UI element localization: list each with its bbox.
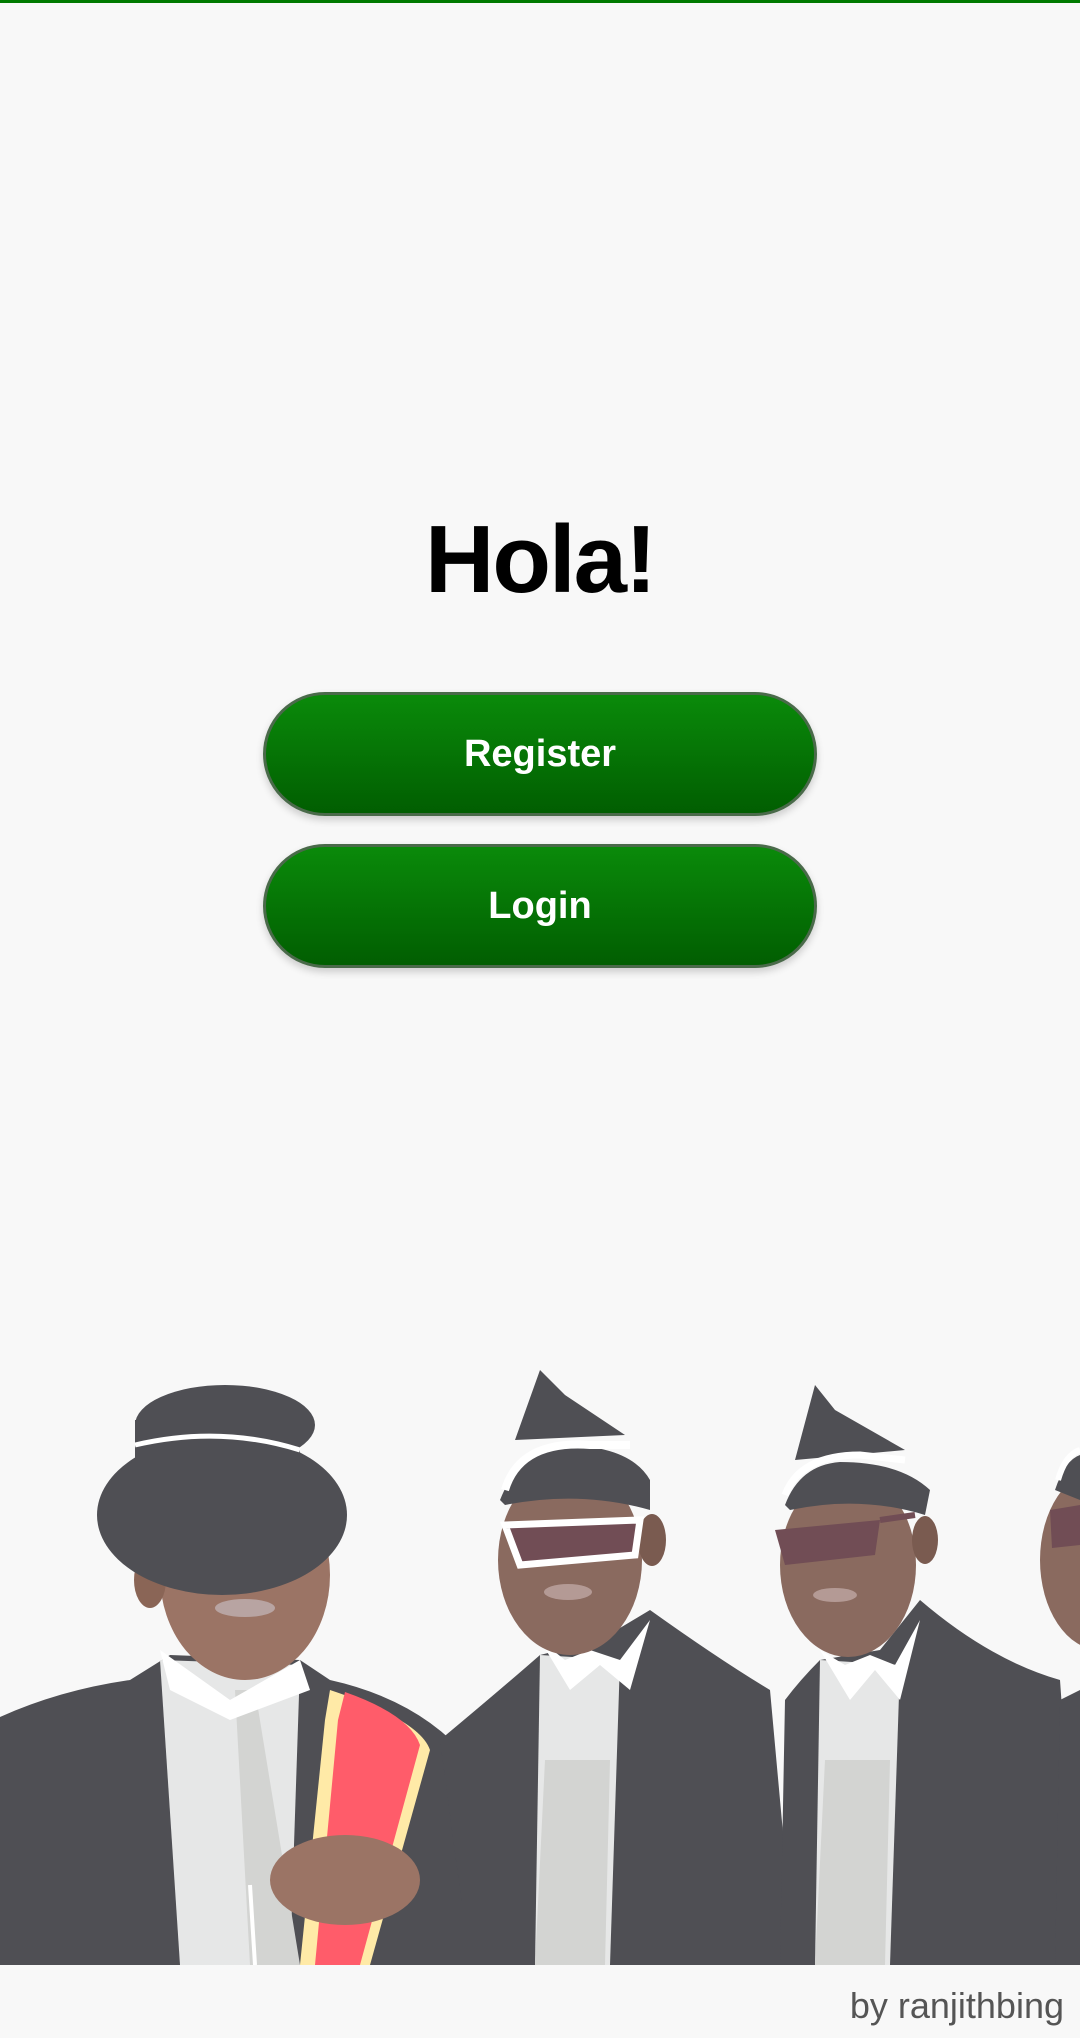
welcome-screen: Hola! Register Login by ranjithbing <box>0 0 1080 2038</box>
pallbearer-figure-2 <box>440 1370 795 1965</box>
pallbearers-illustration <box>0 1370 1080 1965</box>
login-button[interactable]: Login <box>263 844 817 968</box>
pallbearer-figure-3 <box>775 1385 1080 1965</box>
author-credit: by ranjithbing <box>849 1985 1064 2026</box>
pallbearer-figure-1 <box>0 1385 530 1965</box>
register-button[interactable]: Register <box>263 692 817 816</box>
page-title: Hola! <box>425 506 657 613</box>
top-accent-bar <box>0 0 1080 3</box>
